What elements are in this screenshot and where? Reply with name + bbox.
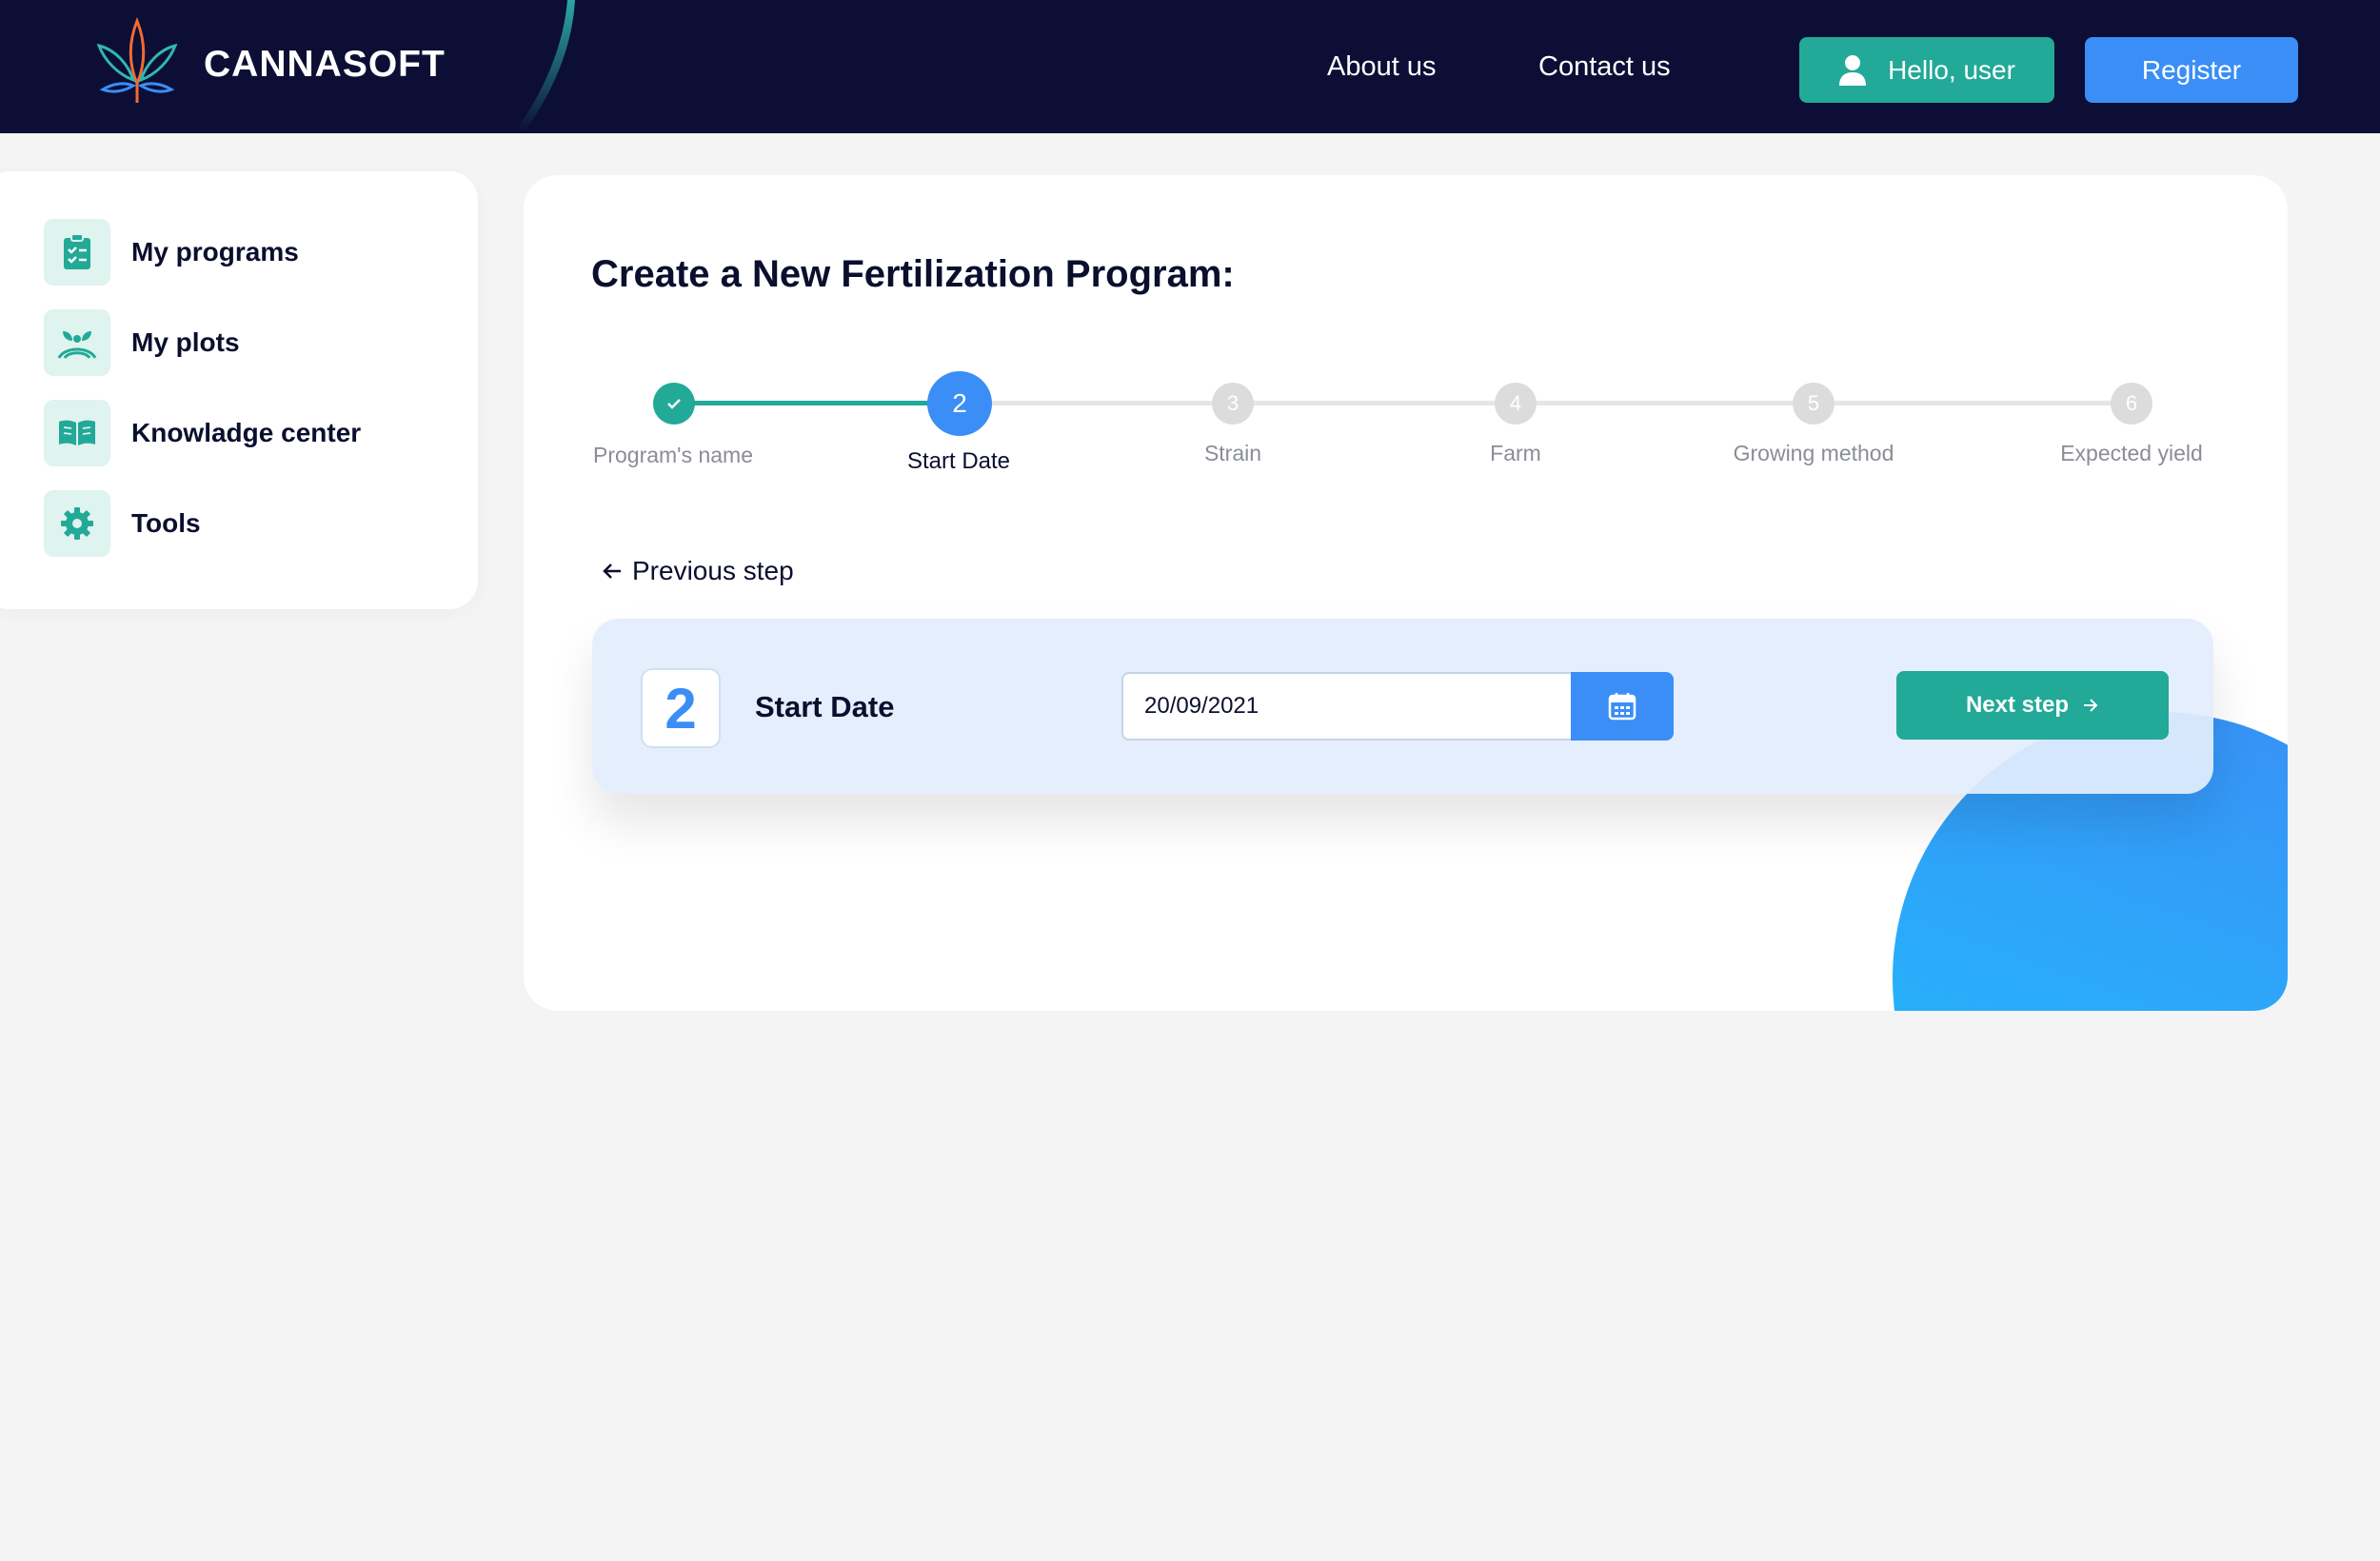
step-4-label: Farm [1490, 441, 1541, 465]
arrow-left-icon [603, 563, 621, 579]
sidebar-item-label: My plots [131, 327, 240, 357]
calendar-picker-button[interactable] [1571, 672, 1674, 741]
step-5-label: Growing method [1733, 441, 1894, 465]
register-button[interactable]: Register [2085, 37, 2298, 103]
step-6-dot: 6 [2111, 383, 2152, 425]
start-date-step-panel: 2 Start Date Next step [592, 619, 2213, 794]
step-1-label[interactable]: Program's name [593, 443, 753, 468]
step-1-dot[interactable] [653, 383, 695, 425]
step-3-label: Strain [1203, 441, 1262, 465]
stepper-track-completed [678, 401, 963, 405]
user-menu-button[interactable]: Hello, user [1799, 37, 2054, 103]
sidebar-item-label: My programs [131, 237, 299, 267]
nav-contact-us-link[interactable]: Contact us [1538, 51, 1671, 83]
sidebar-item-my-programs[interactable]: My programs [44, 219, 444, 286]
header-swoosh-decoration [514, 0, 575, 133]
sidebar-item-tools[interactable]: Tools [44, 490, 444, 557]
nav-about-us-link[interactable]: About us [1327, 51, 1436, 83]
previous-step-label: Previous step [632, 556, 794, 585]
sidebar-item-label: Tools [131, 508, 201, 538]
cannasoft-logo-icon[interactable] [95, 17, 179, 107]
stepper-track-remaining [963, 401, 2136, 405]
step-5-dot: 5 [1793, 383, 1835, 425]
step-2-label[interactable]: Start Date [907, 448, 1010, 475]
sidebar-item-label: Knowladge center [131, 418, 362, 447]
gear-icon [44, 490, 110, 557]
calendar-icon [1608, 693, 1636, 721]
next-step-label: Next step [1965, 692, 2070, 718]
step-6-label: Expected yield [2060, 441, 2203, 465]
step-number-badge: 2 [641, 668, 721, 748]
brand-name[interactable]: CANNASOFT [204, 44, 446, 86]
step-3-dot: 3 [1212, 383, 1254, 425]
step-4-dot: 4 [1495, 383, 1537, 425]
step-2-dot[interactable]: 2 [927, 371, 992, 436]
top-navbar: CANNASOFT About us Contact us Hello, use… [0, 0, 2380, 133]
sidebar-item-my-plots[interactable]: My plots [44, 309, 444, 376]
clipboard-checklist-icon [44, 219, 110, 286]
next-step-button[interactable]: Next step [1896, 671, 2169, 740]
page-title: Create a New Fertilization Program: [591, 253, 1235, 295]
plant-plot-icon [44, 309, 110, 376]
start-date-input[interactable] [1121, 672, 1571, 741]
previous-step-link[interactable]: Previous step [602, 556, 794, 586]
arrow-right-icon [2084, 699, 2098, 712]
sidebar-item-knowladge-center[interactable]: Knowladge center [44, 400, 444, 466]
sidebar: My programs My plots Knowladge center To… [0, 171, 478, 609]
step-title: Start Date [755, 690, 895, 723]
program-wizard-card: Create a New Fertilization Program: 2 3 … [524, 175, 2288, 1011]
user-icon [1839, 54, 1867, 86]
open-book-icon [44, 400, 110, 466]
user-greeting-label: Hello, user [1888, 54, 2015, 85]
checkmark-icon [667, 399, 681, 409]
